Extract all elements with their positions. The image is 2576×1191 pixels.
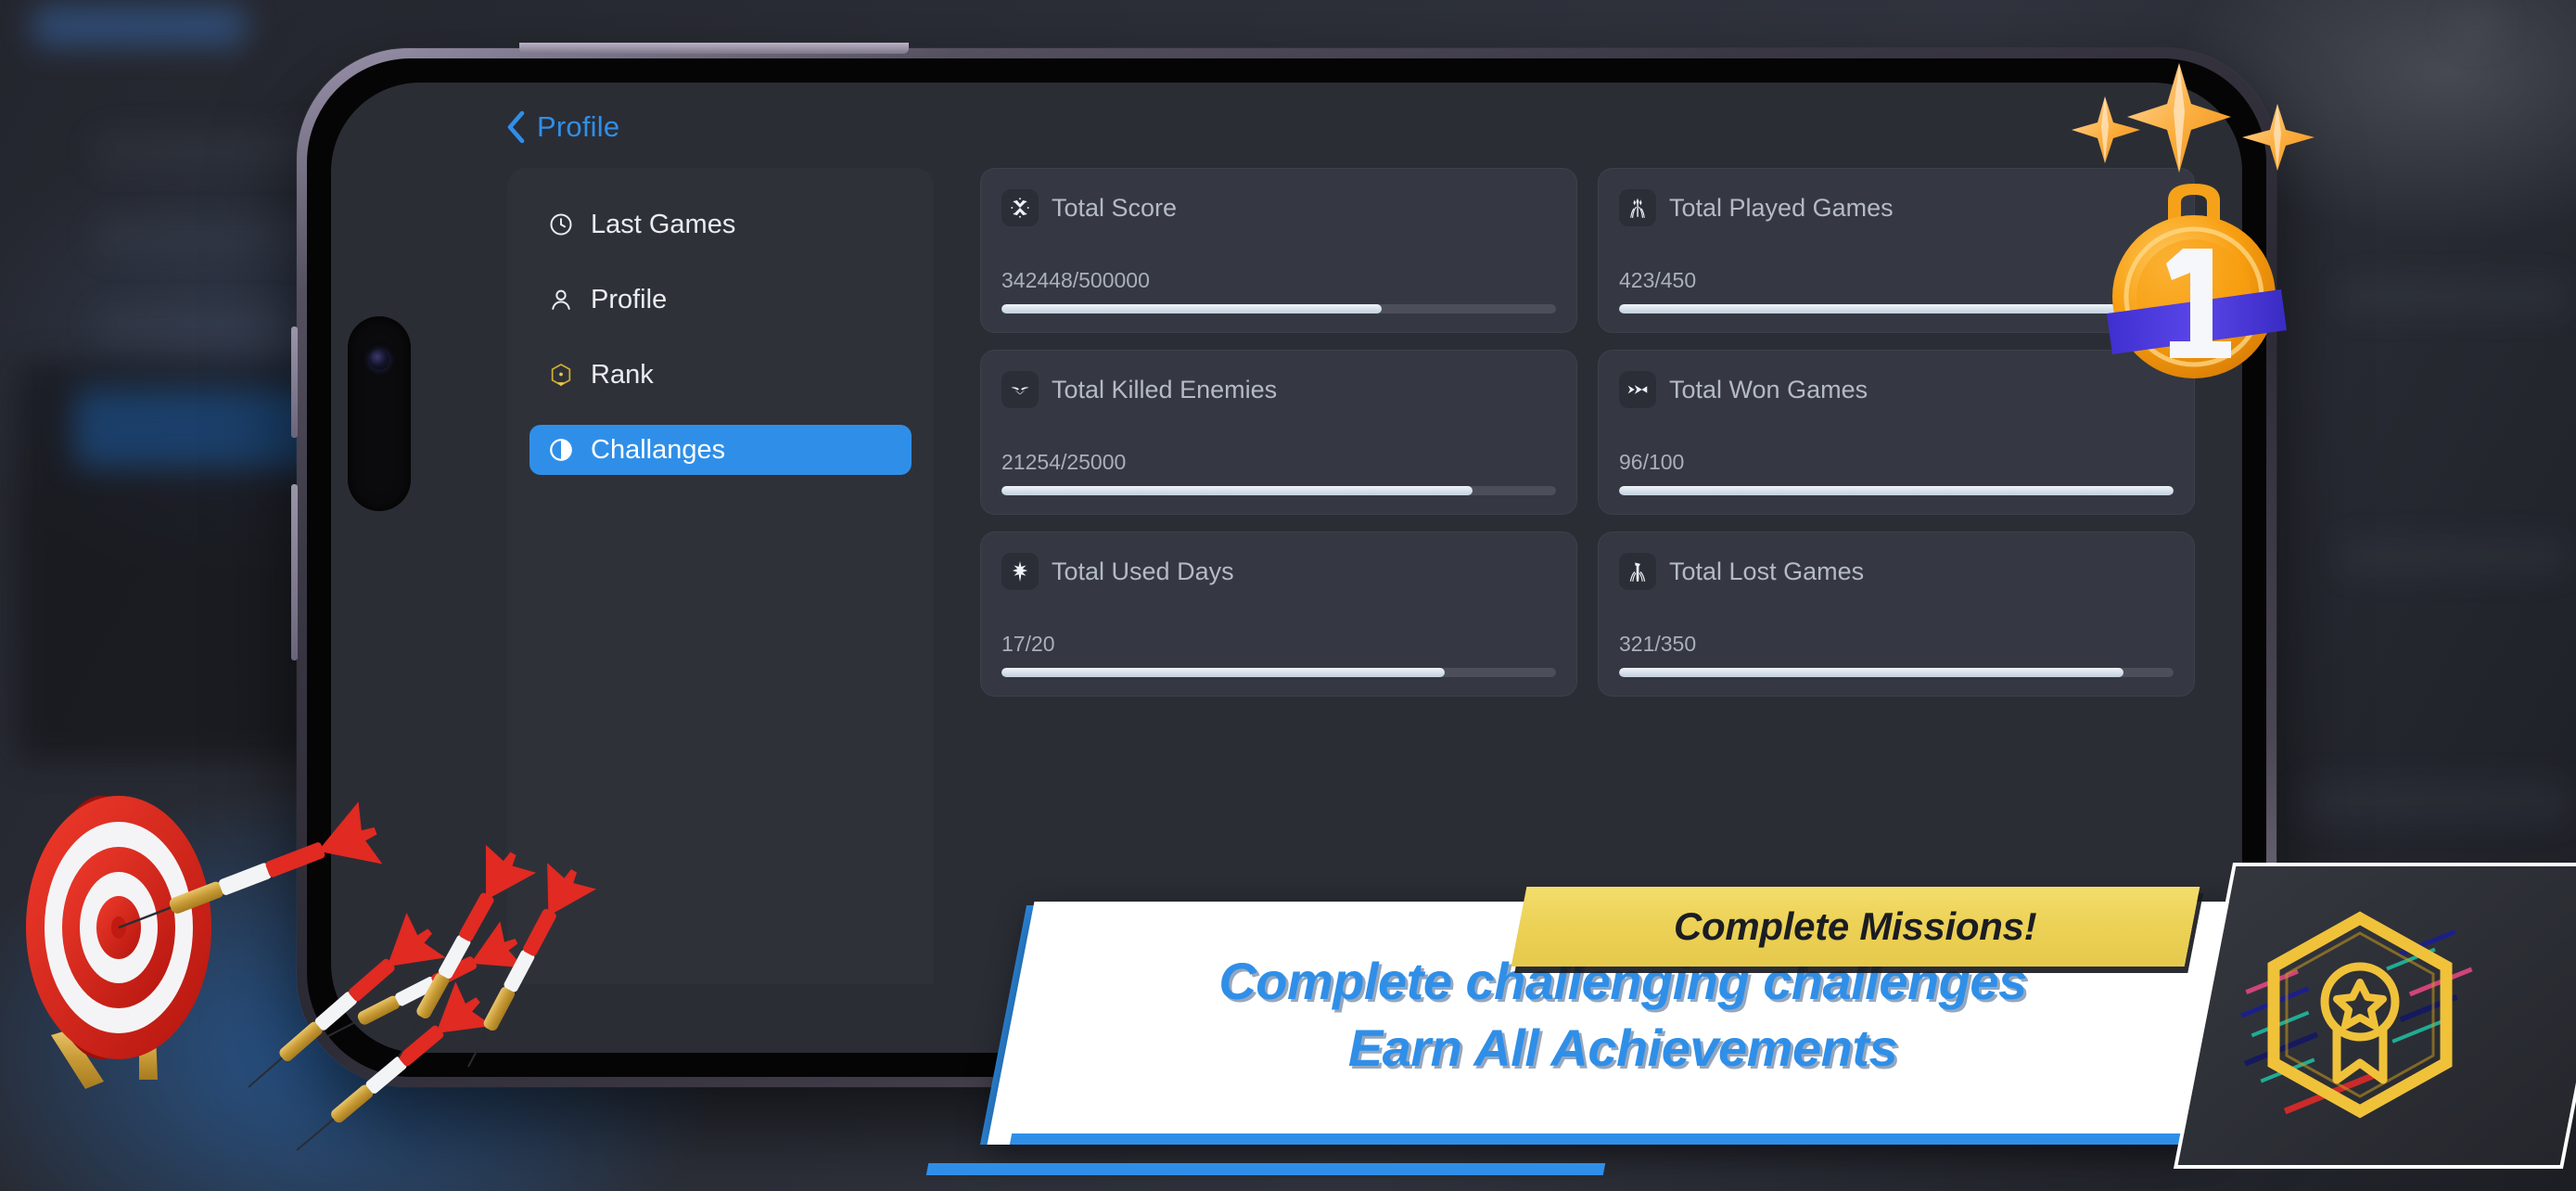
stat-card-title: Total Used Days — [1052, 557, 1234, 585]
clock-icon — [548, 211, 574, 237]
progress-bar — [1001, 668, 1556, 677]
stat-card-value: 342448/500000 — [1001, 268, 1150, 292]
progress-bar — [1001, 486, 1556, 495]
progress-fill — [1619, 486, 2174, 495]
back-label: Profile — [537, 110, 620, 143]
sidebar-item-label: Last Games — [591, 209, 736, 239]
progress-bar — [1001, 304, 1556, 314]
stat-card-header: Total Played Games — [1619, 189, 2174, 226]
bg-blur-item-3 — [93, 306, 297, 345]
stat-card-header: Total Score — [1001, 189, 1556, 226]
stat-card-total-score[interactable]: Total Score 342448/500000 — [980, 168, 1577, 333]
stat-card-header: Total Won Games — [1619, 371, 2174, 408]
stat-card-header: Total Used Days — [1001, 553, 1556, 590]
progress-fill — [1001, 304, 1382, 314]
sidebar-item-label: Profile — [591, 284, 668, 314]
stat-card-total-killed-enemies[interactable]: Total Killed Enemies 21254/25000 — [980, 350, 1577, 515]
bg-blur-right-1 — [2337, 278, 2569, 315]
phone-top-antenna-line — [519, 43, 909, 54]
half-moon-icon — [548, 437, 574, 463]
banner-ribbon-label-wrap: Complete Missions! — [1511, 887, 2200, 967]
bg-blur-avatar — [2448, 4, 2507, 45]
bg-blur-item-2 — [93, 218, 325, 257]
stat-card-total-used-days[interactable]: Total Used Days 17/20 — [980, 531, 1577, 697]
user-icon — [548, 287, 574, 313]
stat-card-total-played-games[interactable]: Total Played Games 423/450 — [1598, 168, 2195, 333]
bg-blur-logo — [32, 6, 246, 46]
sidebar-item-profile[interactable]: Profile — [529, 275, 912, 325]
stat-card-value: 423/450 — [1619, 268, 1697, 292]
sidebar-item-challanges[interactable]: Challanges — [529, 425, 912, 475]
sidebar-item-last-games[interactable]: Last Games — [529, 199, 912, 250]
dynamic-island — [348, 316, 411, 511]
stats-grid: Total Score 342448/500000 Total Played G… — [980, 168, 2195, 697]
stat-card-value: 321/350 — [1619, 632, 1697, 656]
sidebar-item-label: Challanges — [591, 434, 726, 465]
stat-card-title: Total Won Games — [1669, 375, 1868, 403]
stat-card-header: Total Lost Games — [1619, 553, 2174, 590]
bg-blur-right-2 — [2337, 538, 2569, 575]
phone-side-button-1 — [291, 327, 298, 438]
progress-bar — [1619, 668, 2174, 677]
stat-card-title: Total Lost Games — [1669, 557, 1865, 585]
stat-card-total-won-games[interactable]: Total Won Games 96/100 — [1598, 350, 2195, 515]
back-navigation[interactable]: Profile — [505, 110, 619, 144]
banner-headline-line-2: Earn All Achievements — [1347, 1018, 1898, 1077]
evil-eyes-icon — [1001, 371, 1039, 408]
broken-sword-icon — [1619, 553, 1656, 590]
sidebar-panel: Last Games Profile Rank Challanges — [507, 168, 934, 984]
stat-card-value: 96/100 — [1619, 450, 1685, 474]
stat-card-header: Total Killed Enemies — [1001, 371, 1556, 408]
progress-bar — [1619, 304, 2174, 314]
bg-blur-item-1 — [93, 130, 325, 169]
stat-card-title: Total Score — [1052, 193, 1178, 222]
stat-card-value: 21254/25000 — [1001, 450, 1127, 474]
sidebar-item-label: Rank — [591, 359, 654, 390]
hexagon-rank-icon — [548, 362, 574, 388]
phone-side-button-2 — [291, 484, 298, 660]
star-blade-icon — [1001, 553, 1039, 590]
progress-bar — [1619, 486, 2174, 495]
crossed-flags-icon — [1001, 189, 1039, 226]
banner-headline: Complete challenging challenges Earn All… — [1066, 948, 2179, 1081]
arrow-dart-icon — [1619, 371, 1656, 408]
sidebar-item-rank[interactable]: Rank — [529, 350, 912, 400]
front-camera-icon — [369, 350, 389, 370]
stat-card-title: Total Killed Enemies — [1052, 375, 1278, 403]
stat-card-total-lost-games[interactable]: Total Lost Games 321/350 — [1598, 531, 2195, 697]
progress-fill — [1619, 668, 2124, 677]
banner-ribbon-label: Complete Missions! — [1674, 904, 2037, 948]
stat-card-title: Total Played Games — [1669, 193, 1894, 222]
arrows-quiver-icon — [1619, 189, 1656, 226]
stat-card-value: 17/20 — [1001, 632, 1055, 656]
progress-fill — [1619, 304, 2141, 314]
progress-fill — [1001, 486, 1473, 495]
bg-blur-right-3 — [2300, 779, 2569, 824]
chevron-left-icon — [505, 110, 526, 144]
progress-fill — [1001, 668, 1446, 677]
